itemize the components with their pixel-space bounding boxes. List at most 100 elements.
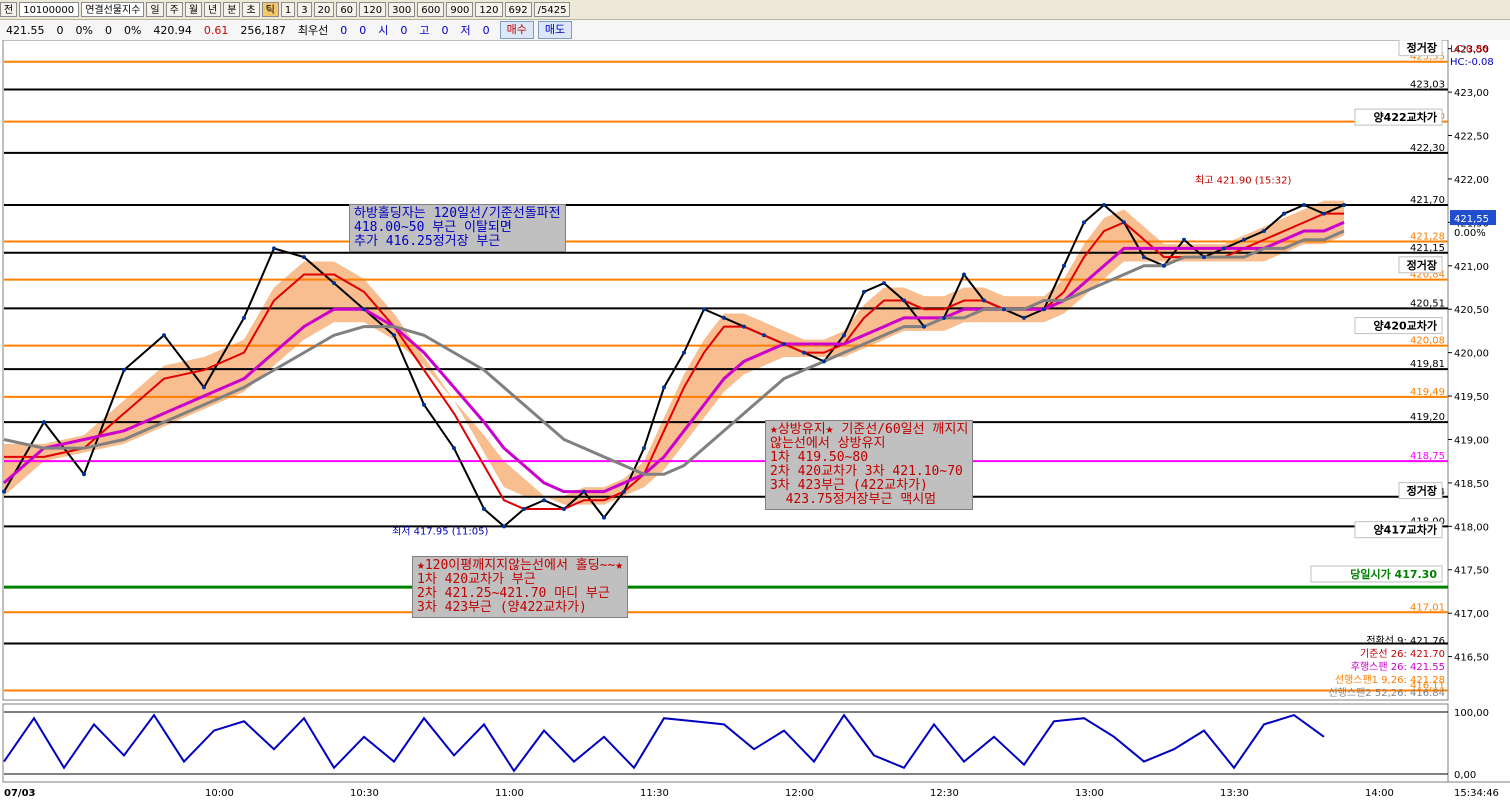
- price-point: [202, 385, 206, 390]
- level-label: 417,01: [1410, 602, 1445, 613]
- y-tick-label: 419,50: [1454, 392, 1489, 403]
- price-point: [982, 298, 986, 303]
- price-chart: 416,50 417,00 417,50 418,00 418,50 419,00 419,…: [0, 40, 1510, 803]
- buy-button[interactable]: 매수: [499, 21, 534, 39]
- toolbar-item[interactable]: 900: [446, 2, 474, 17]
- toolbar: 전 10100000 연결선물지수 일 주 월 년 분 초 틱 1 3 20 60 120 300 600 900…: [0, 0, 1510, 20]
- quote-value: 421.55: [6, 23, 45, 37]
- quote-value: 최우선: [297, 24, 329, 37]
- toolbar-item[interactable]: 692: [504, 2, 532, 17]
- price-point: [162, 333, 166, 338]
- price-point: [1142, 255, 1146, 260]
- price-point: [1182, 237, 1186, 242]
- sell-button[interactable]: 매도: [537, 21, 573, 39]
- toolbar-item[interactable]: 1: [280, 2, 296, 17]
- toolbar-item[interactable]: 초: [242, 2, 260, 17]
- x-tick-label: 10:30: [350, 788, 379, 799]
- legend-entry: 후행스팬 26: 421.55: [1351, 661, 1445, 673]
- legend-entry: 기준선 26: 421.70: [1360, 648, 1445, 660]
- toolbar-item[interactable]: 분: [223, 2, 241, 17]
- toolbar-item[interactable]: 주: [165, 2, 183, 17]
- y-tick-label: 418,00: [1454, 522, 1489, 533]
- symbol-name-field[interactable]: 연결선물지수: [81, 2, 145, 17]
- quote-value: 0: [359, 23, 367, 37]
- oscillator-tick-label: 100,00: [1454, 708, 1489, 719]
- toolbar-item[interactable]: /5425: [533, 2, 571, 17]
- toolbar-item[interactable]: 년: [204, 2, 222, 17]
- callout-line: 하방홀딩자는 120일선/기준선돌파전: [354, 206, 561, 221]
- toolbar-item[interactable]: 10100000: [19, 2, 80, 17]
- price-point: [542, 498, 546, 503]
- quote-value: 420.94: [153, 23, 192, 37]
- level-label: 418,75: [1410, 451, 1445, 462]
- price-point: [742, 324, 746, 329]
- level-label: 421,15: [1410, 243, 1445, 254]
- level-label: 419,49: [1410, 387, 1445, 398]
- toolbar-item[interactable]: 틱: [261, 2, 279, 17]
- price-point: [522, 506, 526, 511]
- toolbar-item[interactable]: 60: [336, 2, 358, 17]
- y-tick-label: 419,00: [1454, 435, 1489, 446]
- y-tick-label: 417,50: [1454, 566, 1489, 577]
- x-tick-label: 11:00: [495, 788, 524, 799]
- right-label: 정거장: [1407, 41, 1437, 55]
- toolbar-item[interactable]: 120: [359, 2, 387, 17]
- callout-line: 1차 419.50~80: [770, 450, 869, 465]
- price-point: [2, 489, 6, 494]
- quote-bar: 421.55 0 0% 0 0% 420.94 0.61 256,187 최우선 0 0 시 0 고 0 저 0…: [0, 20, 1510, 41]
- price-point: [1162, 263, 1166, 268]
- toolbar-item[interactable]: 20: [313, 2, 335, 17]
- price-point: [502, 524, 506, 529]
- y-tick-label: 418,50: [1454, 479, 1489, 490]
- price-point: [822, 359, 826, 364]
- oscillator-tick-label: 0,00: [1454, 770, 1476, 781]
- price-point: [1322, 211, 1326, 216]
- price-point: [662, 385, 666, 390]
- quote-value: 0: [482, 23, 490, 37]
- legend-entry: 전환선 9: 421.76: [1366, 635, 1445, 647]
- y-tick-label: 423,00: [1454, 88, 1489, 99]
- current-price-label: 421,55: [1454, 214, 1489, 225]
- x-tick-label: 10:00: [205, 788, 234, 799]
- callout-keep-up: ★상방유지★ 기준선/60일선 깨지지 않는선에서 상방유지 1차 419.50~8…: [765, 420, 974, 510]
- price-point: [1282, 211, 1286, 216]
- price-point: [782, 341, 786, 346]
- y-tick-label: 421,00: [1454, 262, 1489, 273]
- level-label: 421,70: [1410, 195, 1445, 206]
- toolbar-item[interactable]: 전: [0, 2, 18, 17]
- price-point: [1342, 203, 1346, 207]
- toolbar-item[interactable]: 월: [184, 2, 203, 17]
- toolbar-item[interactable]: 300: [388, 2, 416, 17]
- legend-entry: 선행스팬1 9,26: 421.28: [1335, 674, 1445, 686]
- price-point: [562, 506, 566, 511]
- price-point: [1002, 307, 1006, 312]
- x-tick-label: 11:30: [640, 788, 669, 799]
- toolbar-item[interactable]: 일: [146, 2, 164, 17]
- price-point: [82, 472, 86, 477]
- toolbar-item[interactable]: 3: [297, 2, 312, 17]
- level-label: 419,81: [1410, 359, 1445, 370]
- level-label: 423,03: [1410, 80, 1445, 91]
- quote-value: 0: [56, 23, 64, 37]
- high-mark-label: 최고 421.90 (15:32): [1195, 175, 1291, 187]
- callout-holding-down: 하방홀딩자는 120일선/기준선돌파전 418.00~50 부근 이탈되면 추가 4…: [349, 204, 566, 252]
- x-tick-label: 12:00: [785, 788, 814, 799]
- price-point: [362, 307, 366, 312]
- low-mark-label: 최저 417.95 (11:05): [392, 526, 488, 538]
- toolbar-item[interactable]: 120: [475, 2, 503, 17]
- price-point: [682, 350, 686, 355]
- price-point: [962, 272, 966, 277]
- y-tick-label: 417,00: [1454, 609, 1489, 620]
- oscillator-frame: [2, 703, 1449, 783]
- quote-value: 0%: [75, 23, 93, 37]
- callout-line: 423.75정거장부근 맥시멈: [770, 492, 937, 507]
- price-point: [332, 281, 336, 286]
- price-point: [1242, 237, 1246, 242]
- callout-line: 418.00~50 부근 이탈되면: [354, 220, 512, 235]
- quote-value: 고: [419, 24, 430, 37]
- price-point: [762, 333, 766, 338]
- price-point: [1122, 220, 1126, 225]
- x-tick-label: 07/03: [4, 788, 36, 799]
- toolbar-item[interactable]: 600: [417, 2, 445, 17]
- callout-line: ★상방유지★ 기준선/60일선 깨지지: [770, 422, 969, 437]
